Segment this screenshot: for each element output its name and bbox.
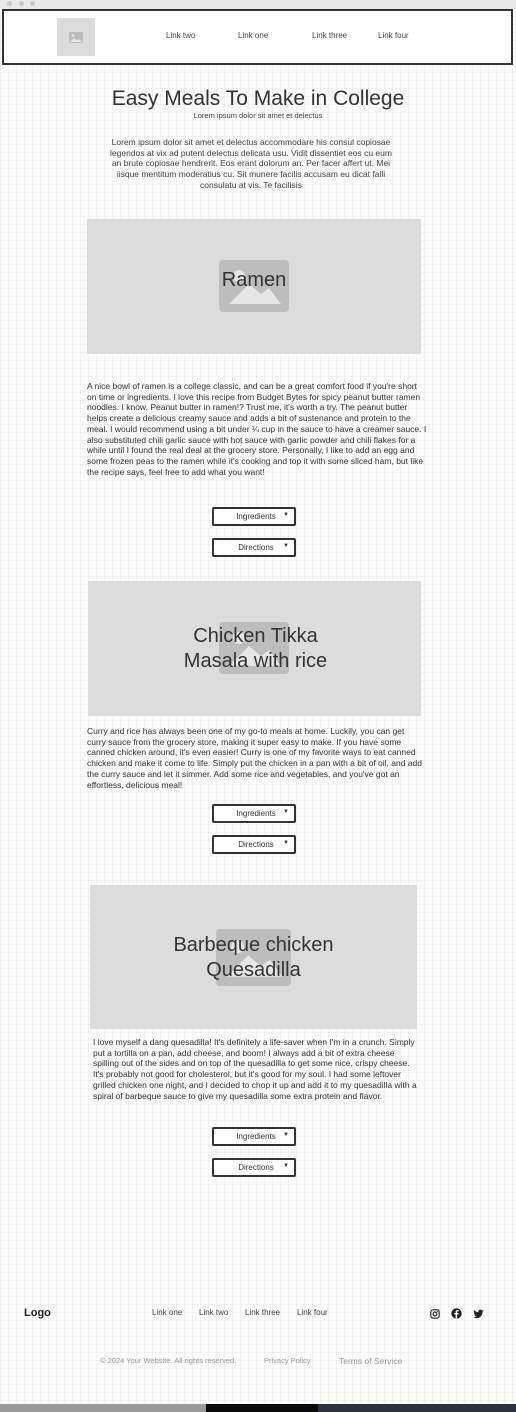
- taskbar: [0, 1404, 516, 1412]
- caret-down-icon: ▼: [283, 543, 289, 549]
- footer-logo[interactable]: Logo: [24, 1307, 51, 1319]
- directions-dropdown[interactable]: Directions ▼: [212, 1158, 296, 1177]
- recipe-description: Curry and rice has always been one of my…: [87, 726, 422, 790]
- footer-link-two[interactable]: Link two: [199, 1308, 228, 1317]
- recipe-image-ramen: Ramen: [87, 219, 421, 354]
- caret-down-icon: ▼: [283, 512, 289, 518]
- site-header: Link two Link one Link three Link four: [2, 9, 513, 65]
- caret-down-icon: ▼: [283, 1163, 289, 1169]
- window-dot-icon: [19, 1, 24, 6]
- nav-link-one[interactable]: Link one: [238, 31, 268, 40]
- page-subtitle: Lorem ipsum dolor sit amet et delectus: [193, 111, 323, 120]
- copyright-text: © 2024 Your Website. All rights reserved…: [100, 1356, 237, 1365]
- recipe-image-label: Chicken Tikka Masala with rice: [183, 625, 328, 672]
- window-dot-icon: [30, 1, 35, 6]
- ingredients-dropdown[interactable]: Ingredients ▼: [212, 804, 296, 823]
- privacy-policy-link[interactable]: Privacy Policy: [264, 1356, 311, 1365]
- twitter-icon[interactable]: [473, 1308, 484, 1319]
- caret-down-icon: ▼: [283, 1132, 289, 1138]
- recipe-image-label: Barbeque chicken Quesadilla: [173, 934, 334, 981]
- recipe-image-label: Ramen: [221, 269, 287, 291]
- ingredients-dropdown[interactable]: Ingredients ▼: [212, 1127, 296, 1146]
- directions-dropdown[interactable]: Directions ▼: [212, 835, 296, 854]
- intro-paragraph: Lorem ipsum dolor sit amet et delectus a…: [110, 137, 392, 190]
- facebook-icon[interactable]: [451, 1308, 462, 1319]
- footer-link-three[interactable]: Link three: [245, 1308, 280, 1317]
- recipe-image-chicken-tikka: Chicken Tikka Masala with rice: [88, 581, 421, 716]
- recipe-image-quesadilla: Barbeque chicken Quesadilla: [90, 885, 417, 1029]
- footer-link-four[interactable]: Link four: [297, 1308, 328, 1317]
- nav-link-two[interactable]: Link two: [166, 31, 195, 40]
- terms-of-service-link[interactable]: Terms of Service: [339, 1356, 402, 1366]
- footer-link-one[interactable]: Link one: [152, 1308, 182, 1317]
- ingredients-dropdown[interactable]: Ingredients ▼: [212, 507, 296, 526]
- taskbar-segment: [206, 1404, 318, 1412]
- page-title: Easy Meals To Make in College: [111, 87, 405, 110]
- instagram-icon[interactable]: [429, 1308, 440, 1319]
- caret-down-icon: ▼: [283, 840, 289, 846]
- image-placeholder-icon: [69, 31, 83, 43]
- recipe-description: A nice bowl of ramen is a college classi…: [87, 381, 427, 477]
- recipe-description: I love myself a dang quesadilla! It's de…: [93, 1037, 417, 1101]
- directions-dropdown[interactable]: Directions ▼: [212, 538, 296, 557]
- nav-link-four[interactable]: Link four: [378, 31, 409, 40]
- logo-image[interactable]: [57, 18, 95, 56]
- taskbar-segment: [0, 1404, 206, 1412]
- window-dot-icon: [7, 1, 12, 6]
- caret-down-icon: ▼: [283, 809, 289, 815]
- nav-link-three[interactable]: Link three: [312, 31, 347, 40]
- window-top-bar: [0, 0, 516, 9]
